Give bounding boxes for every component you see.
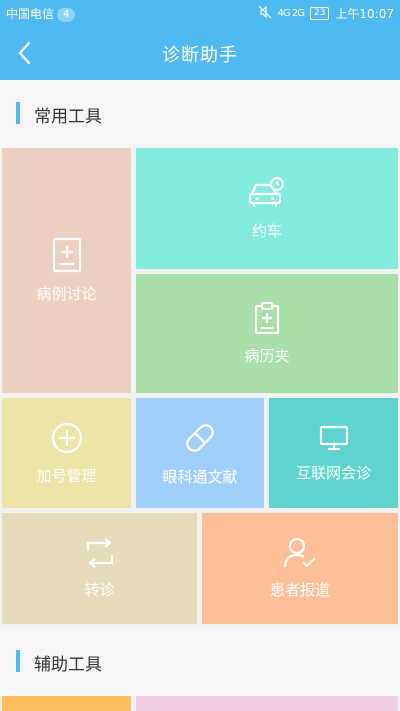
tile-label: 约车	[251, 222, 282, 240]
tile-label: 眼科通文献	[162, 467, 238, 486]
tile-book-car[interactable]: 约车	[136, 148, 398, 269]
tile-ophthalmology-literature[interactable]: 眼科通文献	[136, 398, 264, 508]
tile-label: 加号管理	[36, 466, 97, 485]
tile-label: 互联网会诊	[295, 463, 371, 482]
clipboard-icon	[253, 301, 281, 345]
mute-icon	[258, 5, 272, 22]
page-title: 诊断助手	[162, 45, 238, 66]
nav-bar: 诊断助手	[0, 26, 400, 80]
tile-internet-consultation[interactable]: 互联网会诊	[269, 398, 398, 508]
car-clock-icon	[248, 176, 286, 220]
carrier-name: 中国电信	[6, 7, 55, 21]
section-title: 辅助工具	[34, 655, 102, 675]
tile-label: 转诊	[84, 581, 115, 599]
section-accent-bar	[16, 650, 20, 672]
battery-icon: 23	[309, 7, 330, 20]
tile-label: 病例讨论	[36, 285, 97, 303]
monitor-icon	[319, 424, 349, 462]
plus-circle-icon	[50, 421, 84, 465]
tile-label: 患者报道	[269, 581, 330, 599]
section-title: 常用工具	[34, 107, 102, 127]
tile-add-number[interactable]: 加号管理	[2, 398, 131, 508]
signal-text: 4G 2G	[277, 8, 305, 19]
tile-case-discussion[interactable]: 病例讨论	[2, 148, 131, 393]
transfer-icon	[82, 537, 118, 579]
section-accent-bar	[16, 102, 20, 124]
aux-tile-2[interactable]	[136, 696, 398, 711]
tile-referral[interactable]: 转诊	[2, 513, 197, 624]
pill-icon	[182, 420, 218, 466]
carrier-badge: 4	[57, 8, 76, 22]
user-check-icon	[283, 537, 317, 579]
status-bar: 中国电信 4 4G 2G 23 上午10:07	[0, 0, 400, 26]
tile-label: 病历夹	[244, 347, 290, 365]
section-common-tools: 常用工具	[0, 80, 400, 148]
aux-tile-1[interactable]	[2, 696, 131, 711]
tile-record-folder[interactable]: 病历夹	[136, 274, 398, 393]
carrier: 中国电信 4	[6, 5, 76, 22]
section-aux-tools: 辅助工具	[0, 628, 400, 696]
clock: 上午10:07	[335, 7, 394, 21]
case-document-icon	[51, 237, 83, 283]
status-right: 4G 2G 23 上午10:07	[258, 5, 394, 22]
tile-patient-report[interactable]: 患者报道	[202, 513, 398, 624]
